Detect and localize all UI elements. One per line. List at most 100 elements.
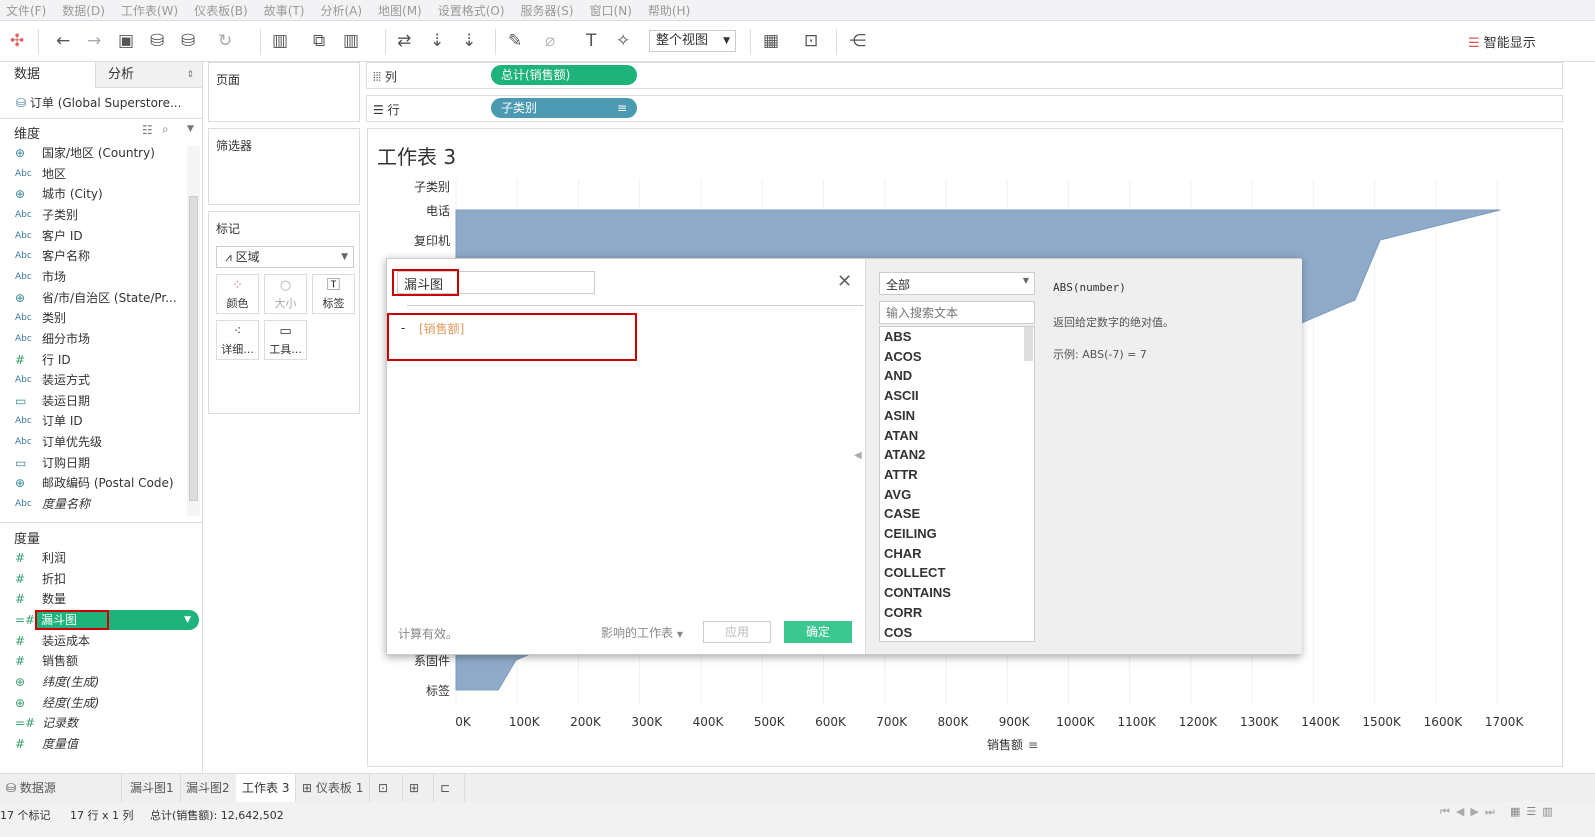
field-item[interactable]: Abc 子类别 (0, 205, 186, 225)
field-item[interactable]: # 行 ID (0, 350, 186, 370)
apply-button[interactable]: 应用 (703, 621, 771, 643)
label-button[interactable]: 🅃 标签 (312, 274, 355, 314)
pin-icon[interactable]: ✧ (616, 31, 630, 51)
refresh-icon[interactable]: ↻ (218, 31, 232, 51)
function-item[interactable]: CHAR (884, 546, 922, 561)
field-item[interactable]: # 数量 (0, 589, 186, 609)
filters-shelf[interactable]: 筛选器 (208, 128, 360, 205)
field-item[interactable]: Abc 度量名称 (0, 494, 186, 514)
field-item[interactable]: =# 漏斗图 ▼ (15, 609, 199, 630)
field-item[interactable]: ▭ 订购日期 (0, 453, 186, 473)
menu-item[interactable]: 仪表板(B) (194, 2, 248, 19)
color-button[interactable]: ⁘ 颜色 (216, 274, 259, 314)
new-worksheet-tab-icon[interactable]: ⊡ (372, 774, 403, 803)
function-search-input[interactable] (879, 301, 1035, 324)
menu-item[interactable]: 工作表(W) (121, 2, 178, 19)
field-item[interactable]: Abc 细分市场 (0, 329, 186, 349)
function-item[interactable]: ATAN (884, 428, 918, 443)
detail-button[interactable]: ⁖ 详细... (216, 320, 259, 360)
tab-data[interactable]: 数据 (0, 62, 95, 88)
ok-button[interactable]: 确定 (784, 621, 852, 643)
function-item[interactable]: COS (884, 625, 912, 640)
new-story-tab-icon[interactable]: ⊏ (434, 774, 465, 803)
mark-type-dropdown[interactable]: ⩘ 区域 ▼ (216, 246, 354, 268)
tab-sheet-active[interactable]: 工作表 3 (236, 774, 297, 803)
show-cards-icon[interactable]: ▦ (763, 31, 779, 51)
clear-sheet-icon[interactable]: ▥ (343, 31, 359, 51)
duplicate-icon[interactable]: ⧉ (313, 31, 325, 51)
function-category-dropdown[interactable]: 全部 ▼ (879, 272, 1035, 295)
tab-dashboard[interactable]: ⊞ 仪表板 1 (296, 774, 371, 803)
sort-desc-icon[interactable]: ⇣ (462, 31, 476, 51)
function-item[interactable]: CASE (884, 506, 920, 521)
tab-datasource[interactable]: ⛁ 数据源 (0, 774, 122, 803)
function-item[interactable]: AND (884, 368, 912, 383)
new-worksheet-icon[interactable]: ▥ (272, 31, 288, 51)
show-labels-icon[interactable]: T (586, 31, 596, 51)
close-icon[interactable]: ✕ (837, 271, 852, 292)
rows-pill[interactable]: 子类别 ≡ (491, 98, 637, 118)
field-item[interactable]: Abc 客户 ID (0, 226, 186, 246)
field-item[interactable]: ⊕ 省/市/自治区 (State/Pr... (0, 288, 186, 308)
function-item[interactable]: ATAN2 (884, 447, 925, 462)
tab-sheet[interactable]: 漏斗图2 (180, 774, 237, 803)
rows-shelf[interactable]: ☰ 行 子类别 ≡ (366, 95, 1563, 122)
field-item[interactable]: ⊕ 纬度(生成) (0, 672, 186, 692)
menu-item[interactable]: 文件(F) (6, 2, 46, 19)
field-item[interactable]: Abc 客户名称 (0, 246, 186, 266)
undo-icon[interactable]: ← (56, 31, 70, 51)
menu-dropdown-icon[interactable]: ▼ (187, 124, 194, 134)
new-datasource-icon[interactable]: ⛁ (150, 31, 164, 51)
affected-sheets-dropdown[interactable]: 影响的工作表 ▼ (601, 624, 683, 641)
search-icon[interactable]: ⌕ (162, 122, 169, 137)
function-item[interactable]: ACOS (884, 349, 922, 364)
new-dashboard-tab-icon[interactable]: ⊞ (403, 774, 434, 803)
function-item[interactable]: CEILING (884, 526, 937, 541)
tableau-logo-icon[interactable]: ✣ (10, 31, 24, 51)
field-item[interactable]: ⊕ 经度(生成) (0, 693, 186, 713)
tooltip-button[interactable]: ▭ 工具... (264, 320, 307, 360)
redo-icon[interactable]: → (87, 31, 101, 51)
function-item[interactable]: ATTR (884, 467, 918, 482)
field-dropdown-icon[interactable]: ▼ (184, 610, 191, 630)
tab-analysis[interactable]: 分析 ⇕ (95, 62, 202, 88)
size-button[interactable]: ○ 大小 (264, 274, 307, 314)
tab-sheet[interactable]: 漏斗图1 (124, 774, 181, 803)
menu-item[interactable]: 分析(A) (320, 2, 362, 19)
field-item[interactable]: =# 记录数 (0, 713, 186, 733)
menu-item[interactable]: 帮助(H) (648, 2, 690, 19)
sheet-navigation-icon[interactable]: ⏮◀▶⏭ (1440, 805, 1501, 819)
field-item[interactable]: # 折扣 (0, 569, 186, 589)
formula-editor[interactable]: - [销售额] (387, 313, 637, 361)
field-item[interactable]: Abc 订单优先级 (0, 432, 186, 452)
sort-asc-icon[interactable]: ⇣ (430, 31, 444, 51)
share-icon[interactable]: ⋲ (849, 31, 866, 51)
save-icon[interactable]: ▣ (118, 31, 134, 51)
collapse-icon[interactable]: ◀ (854, 450, 862, 461)
field-item[interactable]: # 利润 (0, 548, 186, 568)
pause-updates-icon[interactable]: ⛁ (181, 31, 195, 51)
view-mode-icon[interactable]: ▦☰▥ (1510, 805, 1559, 818)
field-item[interactable]: # 装运成本 (0, 631, 186, 651)
show-me-button[interactable]: ☰ 智能显示 (1468, 32, 1536, 51)
menu-item[interactable]: 窗口(N) (590, 2, 632, 19)
function-item[interactable]: ASCII (884, 388, 919, 403)
columns-pill[interactable]: 总计(销售额) (491, 65, 637, 85)
menu-item[interactable]: 数据(D) (62, 2, 105, 19)
highlight-icon[interactable]: ✎ (508, 31, 522, 51)
field-item[interactable]: ▭ 装运日期 (0, 391, 186, 411)
swap-icon[interactable]: ⇄ (397, 31, 411, 51)
function-item[interactable]: AVG (884, 487, 911, 502)
menu-item[interactable]: 服务器(S) (521, 2, 574, 19)
menu-item[interactable]: 地图(M) (378, 2, 422, 19)
function-item[interactable]: ABS (884, 329, 911, 344)
function-list-scrollbar[interactable] (1024, 327, 1033, 361)
presentation-icon[interactable]: ⊡ (804, 31, 818, 51)
attach-icon[interactable]: ⌀ (545, 31, 555, 51)
field-item[interactable]: # 销售额 (0, 651, 186, 671)
field-item[interactable]: Abc 类别 (0, 308, 186, 328)
fit-dropdown[interactable]: 整个视图 ▼ (649, 30, 736, 52)
field-item[interactable]: ⊕ 邮政编码 (Postal Code) (0, 473, 186, 493)
function-item[interactable]: ASIN (884, 408, 915, 423)
columns-shelf[interactable]: ⦙⦙⦙ 列 总计(销售额) (366, 62, 1563, 89)
